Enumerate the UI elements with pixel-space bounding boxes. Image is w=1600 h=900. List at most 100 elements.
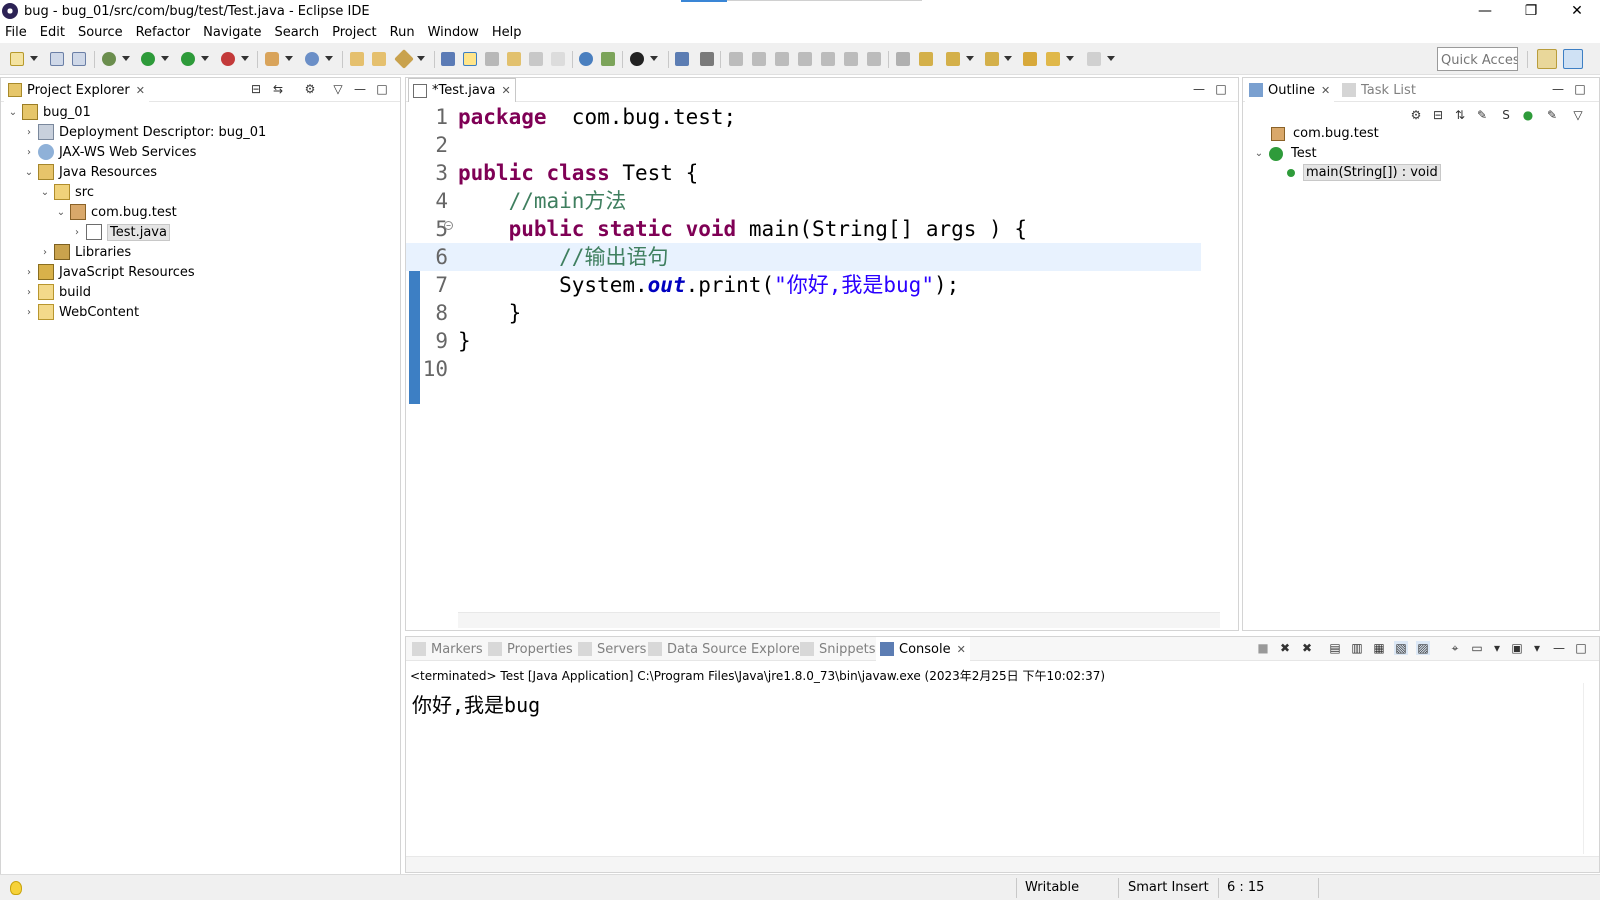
chevron-right-icon[interactable]: ›	[23, 307, 35, 318]
show-console-on-error-icon[interactable]: ▨	[1416, 641, 1430, 655]
chevron-right-icon[interactable]: ›	[23, 267, 35, 278]
quick-access-input[interactable]	[1437, 47, 1518, 71]
remove-launch-icon[interactable]: ✖	[1278, 641, 1292, 655]
java-ee-perspective-icon[interactable]	[1563, 49, 1583, 69]
menu-run[interactable]: Run	[390, 25, 415, 40]
tab-project-explorer[interactable]: Project Explorer ✕	[4, 78, 149, 102]
disconnect-icon[interactable]	[798, 52, 812, 66]
tree-item-libraries[interactable]: › Libraries	[39, 242, 131, 262]
tab-properties[interactable]: Properties	[484, 637, 577, 661]
restore-button[interactable]: ❐	[1508, 0, 1554, 22]
open-task-icon[interactable]	[372, 52, 386, 66]
forward-icon[interactable]	[1087, 52, 1101, 66]
minimize-icon[interactable]: —	[1552, 641, 1566, 655]
back-icon[interactable]	[1046, 52, 1060, 66]
tab-task-list[interactable]: Task List	[1338, 78, 1420, 102]
new-class-dropdown-icon[interactable]	[325, 56, 333, 61]
tree-item-java-resources[interactable]: ⌄ Java Resources	[23, 162, 157, 182]
console-horizontal-scrollbar[interactable]	[406, 856, 1599, 872]
tree-item-jax-ws[interactable]: › JAX-WS Web Services	[23, 142, 196, 162]
debug-icon[interactable]	[102, 52, 116, 66]
minimize-icon[interactable]: —	[1192, 82, 1206, 96]
clear-console-icon[interactable]: ▤	[1328, 641, 1342, 655]
console-output[interactable]: 你好,我是bug	[412, 689, 540, 718]
next-edit-icon[interactable]	[946, 52, 960, 66]
filters-icon[interactable]: ⚙	[303, 82, 317, 96]
terminate-icon[interactable]	[775, 52, 789, 66]
code-line[interactable]: 1 package com.bug.test;	[406, 103, 1201, 131]
scroll-lock-icon[interactable]: ▥	[1350, 641, 1364, 655]
open-console-icon[interactable]: ▣	[1510, 641, 1524, 655]
menu-source[interactable]: Source	[78, 25, 123, 40]
fold-collapse-icon[interactable]: −	[444, 221, 453, 230]
minimize-icon[interactable]: —	[353, 82, 367, 96]
close-icon[interactable]: ✕	[136, 84, 145, 97]
use-step-filters-icon[interactable]	[896, 52, 910, 66]
open-type-icon[interactable]	[350, 52, 364, 66]
pin-console-icon[interactable]: ⌖	[1448, 641, 1462, 655]
step-return-icon[interactable]	[867, 52, 881, 66]
next-edit-dropdown-icon[interactable]	[966, 56, 974, 61]
filter-icon[interactable]: ⚙	[1409, 108, 1423, 122]
outline-item-main-method[interactable]: main(String[]) : void	[1287, 163, 1441, 182]
toggle-breadcrumb-icon[interactable]	[507, 52, 521, 66]
outline-item-package[interactable]: com.bug.test	[1271, 124, 1379, 143]
maximize-icon[interactable]: □	[1574, 641, 1588, 655]
chevron-right-icon[interactable]: ›	[23, 127, 35, 138]
code-line[interactable]: 7 System.out.print("你好,我是bug");	[406, 271, 1201, 299]
maximize-icon[interactable]: □	[375, 82, 389, 96]
debug-dropdown-icon[interactable]	[122, 56, 130, 61]
suspend-icon[interactable]	[752, 52, 766, 66]
chevron-down-icon[interactable]: ⌄	[23, 167, 35, 178]
console-toolbar-icon[interactable]	[675, 52, 689, 66]
view-menu-icon[interactable]: ▽	[331, 82, 345, 96]
console-vertical-scrollbar[interactable]	[1583, 683, 1599, 854]
view-menu-icon[interactable]: ▽	[1571, 108, 1585, 122]
menu-file[interactable]: File	[5, 25, 27, 40]
tab-snippets[interactable]: Snippets	[796, 637, 879, 661]
chevron-down-icon[interactable]: ⌄	[55, 207, 67, 218]
new-dropdown-icon[interactable]	[30, 56, 38, 61]
remove-all-terminated-icon[interactable]: ✖	[1300, 641, 1314, 655]
show-whitespace-icon[interactable]	[529, 52, 543, 66]
external-tools-dropdown-icon[interactable]	[241, 56, 249, 61]
run-icon[interactable]	[141, 52, 155, 66]
hide-non-public-icon[interactable]: ●	[1521, 108, 1535, 122]
toggle-ant-icon[interactable]	[441, 52, 455, 66]
outline-item-class-test[interactable]: ⌄ Test	[1253, 144, 1317, 163]
menu-refactor[interactable]: Refactor	[136, 25, 191, 40]
mark-occurrences-icon[interactable]	[463, 52, 477, 66]
code-line[interactable]: 6 //输出语句	[406, 243, 1201, 271]
tab-servers[interactable]: Servers	[574, 637, 650, 661]
hide-static-icon[interactable]: S	[1499, 108, 1513, 122]
paragraph-icon[interactable]	[551, 52, 565, 66]
user-dropdown-icon[interactable]	[650, 56, 658, 61]
skip-breakpoints-icon[interactable]	[700, 52, 714, 66]
menu-project[interactable]: Project	[332, 25, 376, 40]
hide-local-types-icon[interactable]: ✎	[1545, 108, 1559, 122]
web-services-icon[interactable]	[601, 52, 615, 66]
chevron-right-icon[interactable]: ›	[71, 227, 83, 238]
minimize-icon[interactable]: —	[1551, 82, 1565, 96]
code-line[interactable]: 9}	[406, 327, 1201, 355]
save-icon[interactable]	[50, 52, 64, 66]
tree-item-deployment-descriptor[interactable]: › Deployment Descriptor: bug_01	[23, 122, 266, 142]
close-icon[interactable]: ✕	[1321, 84, 1330, 97]
menu-search[interactable]: Search	[274, 25, 319, 40]
tree-item-webcontent[interactable]: › WebContent	[23, 302, 139, 322]
external-tools-icon[interactable]	[221, 52, 235, 66]
tree-item-com-bug-test[interactable]: ⌄ com.bug.test	[55, 202, 177, 222]
next-annotation-icon[interactable]	[919, 52, 933, 66]
link-with-editor-icon[interactable]: ⇆	[271, 82, 285, 96]
chevron-down-icon[interactable]: ⌄	[1253, 148, 1265, 159]
code-line[interactable]: 8 }	[406, 299, 1201, 327]
step-into-icon[interactable]	[821, 52, 835, 66]
hide-fields-icon[interactable]: ✎	[1475, 108, 1489, 122]
code-line[interactable]: 2	[406, 131, 1201, 159]
maximize-icon[interactable]: □	[1214, 82, 1228, 96]
close-icon[interactable]: ✕	[957, 643, 966, 656]
maximize-icon[interactable]: □	[1573, 82, 1587, 96]
code-line[interactable]: 3 public class Test {	[406, 159, 1201, 187]
tab-markers[interactable]: Markers	[408, 637, 487, 661]
tree-item-src[interactable]: ⌄ src	[39, 182, 94, 202]
